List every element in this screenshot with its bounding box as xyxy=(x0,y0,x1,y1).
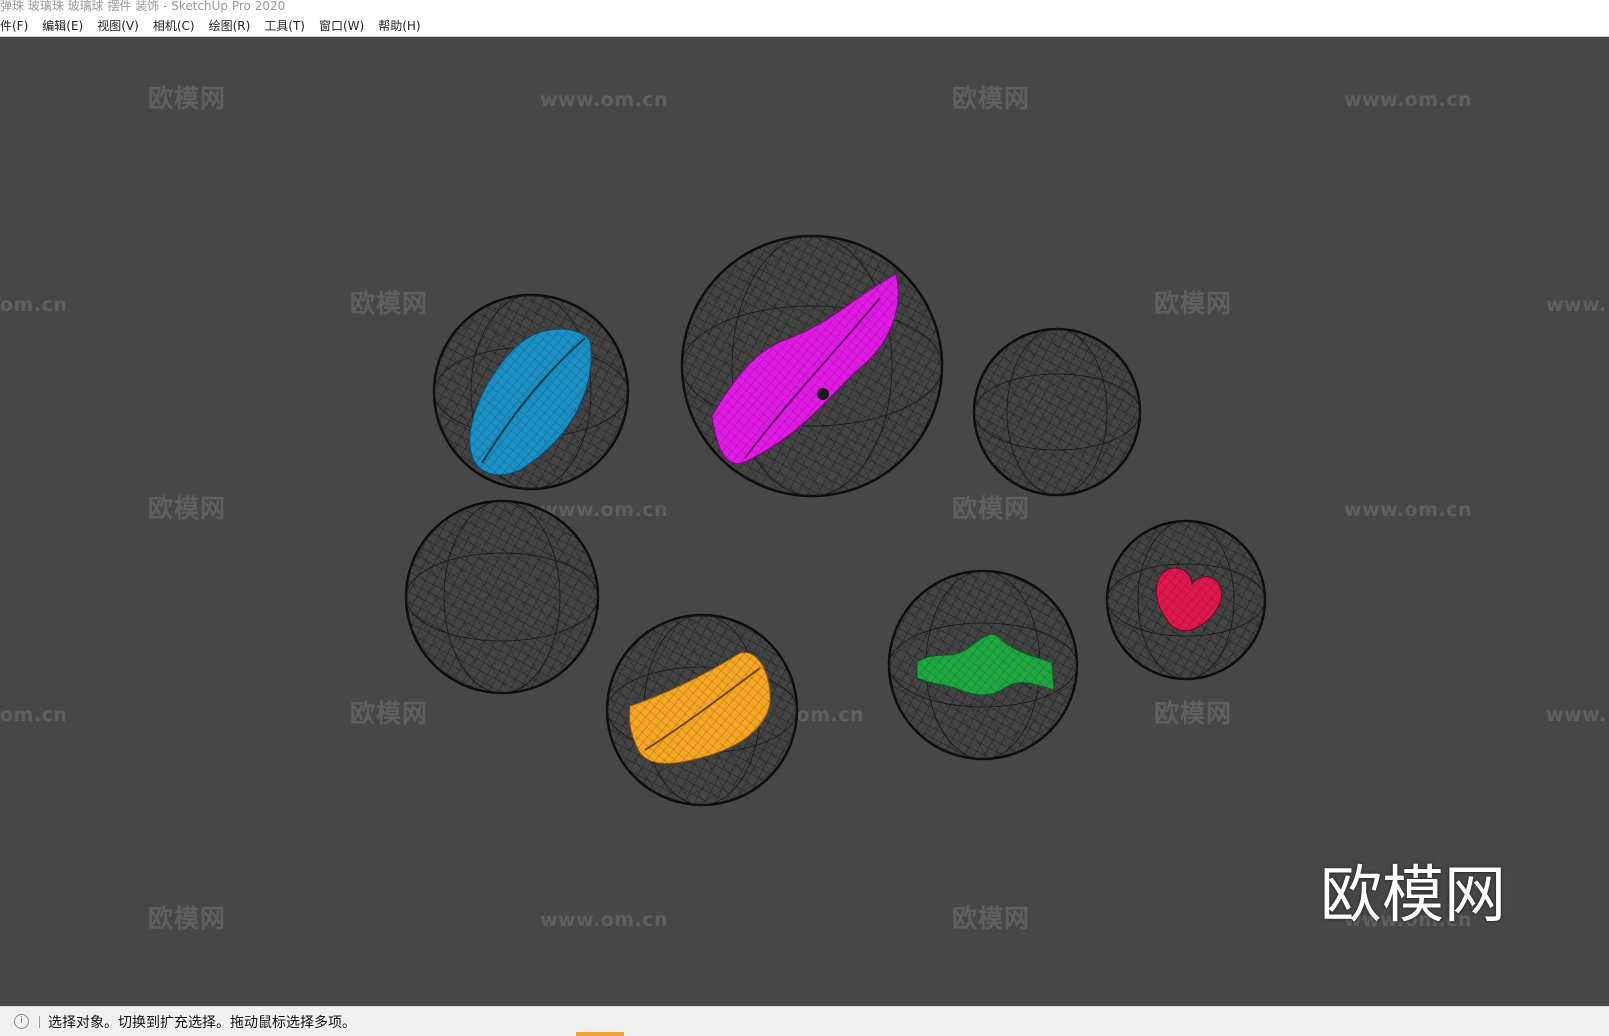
menu-camera[interactable]: 相机(C) xyxy=(146,17,202,34)
logo: 欧模网 xyxy=(1320,858,1507,931)
marble-plain-top[interactable] xyxy=(972,327,1142,497)
info-icon[interactable]: i xyxy=(14,1014,29,1029)
menu-draw[interactable]: 绘图(R) xyxy=(202,17,258,34)
menu-file[interactable]: 件(F) xyxy=(0,17,35,34)
status-bar: i 选择对象。切换到扩充选择。拖动鼠标选择多项。 xyxy=(0,1006,1609,1036)
status-message: 选择对象。切换到扩充选择。拖动鼠标选择多项。 xyxy=(48,1014,356,1031)
status-divider xyxy=(39,1015,40,1028)
model-viewport[interactable]: 欧模网 www.om.cn 欧模网 www.om.cn om.cn 欧模网 欧模… xyxy=(0,38,1609,1006)
menu-tools[interactable]: 工具(T) xyxy=(257,17,312,34)
menu-edit[interactable]: 编辑(E) xyxy=(35,17,90,34)
menu-help[interactable]: 帮助(H) xyxy=(371,17,427,34)
menu-view[interactable]: 视图(V) xyxy=(90,17,146,34)
menu-window[interactable]: 窗口(W) xyxy=(312,17,371,34)
status-progress-accent xyxy=(576,1032,624,1036)
marble-green-wave[interactable] xyxy=(887,569,1079,761)
menu-bar: 件(F) 编辑(E) 视图(V) 相机(C) 绘图(R) 工具(T) 窗口(W)… xyxy=(0,14,1609,37)
marble-orange-leaf[interactable] xyxy=(605,613,799,807)
marble-blue-leaf[interactable] xyxy=(432,293,630,491)
marble-magenta-twist[interactable] xyxy=(680,234,944,498)
window-title: 弹珠 玻璃珠 玻璃球 摆件 装饰 - SketchUp Pro 2020 xyxy=(0,0,1609,14)
marble-red-heart[interactable] xyxy=(1105,519,1267,681)
marble-plain-left[interactable] xyxy=(404,499,600,695)
